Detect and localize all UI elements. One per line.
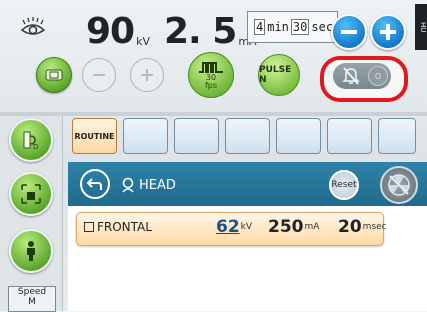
speed-label: Speed: [17, 287, 47, 297]
reset-button[interactable]: Reset: [329, 170, 359, 200]
bell-muted-icon: [342, 67, 360, 85]
protocol-name: FRONTAL: [97, 220, 152, 234]
protocol-kv-unit: kV: [240, 222, 253, 232]
tab-empty[interactable]: [174, 118, 219, 154]
patient-button[interactable]: [9, 229, 53, 273]
protocol-tabs: ROUTINE: [72, 118, 416, 154]
tab-empty[interactable]: [327, 118, 372, 154]
tab-empty[interactable]: [276, 118, 321, 154]
tab-empty[interactable]: [378, 118, 416, 154]
kv-unit: kV: [136, 35, 151, 48]
head-icon: [122, 177, 134, 193]
checkbox-icon[interactable]: [84, 222, 94, 232]
hu-indicator: HU: [415, 4, 427, 50]
eye-icon: [20, 14, 46, 40]
ma-readout: 2. 5 mA: [164, 14, 257, 50]
protocol-kv[interactable]: 62 kV: [216, 217, 252, 237]
person-icon: [27, 241, 35, 261]
pulse-mode-button[interactable]: PULSE N: [258, 54, 300, 96]
decrease-disabled-button[interactable]: [82, 58, 116, 92]
toggle-knob[interactable]: O: [368, 66, 388, 86]
back-button[interactable]: [80, 169, 110, 199]
fps-unit: fps: [204, 81, 218, 90]
fluoro-timer: 4 min 30 sec: [247, 11, 339, 43]
decrease-button[interactable]: [331, 14, 367, 50]
protocol-ma-unit: mA: [304, 222, 320, 232]
timer-min-label: min: [267, 20, 289, 34]
section-divider: [0, 112, 427, 116]
protocol-ms-value: 20: [338, 217, 362, 237]
xray-off-button[interactable]: [380, 166, 418, 204]
protocol-ms-unit: msec: [362, 222, 387, 232]
protocol-kv-value: 62: [216, 217, 240, 237]
tab-routine[interactable]: ROUTINE: [72, 118, 117, 154]
ma-value: 2. 5: [164, 11, 237, 52]
timer-min-value: 4: [254, 19, 266, 35]
increase-disabled-button[interactable]: [130, 58, 164, 92]
speed-value: M: [28, 297, 36, 307]
collimator-button[interactable]: [9, 172, 53, 216]
minus-icon: [341, 30, 357, 34]
camera-button[interactable]: [36, 57, 72, 93]
tab-empty[interactable]: [123, 118, 168, 154]
minus-icon: [93, 74, 105, 76]
protocol-ma[interactable]: 250 mA: [268, 217, 319, 237]
increase-button[interactable]: [370, 14, 406, 50]
protocol-label: FRONTAL: [84, 220, 152, 234]
kv-readout: 90 kV: [86, 14, 150, 50]
pulse-rate-button[interactable]: 30 fps: [188, 52, 234, 98]
timer-sec-label: sec: [311, 20, 334, 34]
return-arrow-icon: [86, 178, 102, 190]
protocol-time[interactable]: 20 msec: [338, 217, 387, 237]
radiation-off-icon: [388, 174, 410, 196]
plus-icon: [380, 24, 396, 40]
region-title: HEAD: [120, 177, 176, 193]
speed-selector[interactable]: Speed M: [8, 286, 56, 312]
kv-value: 90: [86, 11, 135, 52]
tab-empty[interactable]: [225, 118, 270, 154]
timer-sec-value: 30: [290, 19, 310, 35]
toggle-knob-label: O: [374, 71, 382, 81]
pulse-wave-icon: [199, 62, 223, 73]
detector-icon: D: [23, 131, 38, 151]
plus-icon: [141, 69, 153, 81]
svg-text:D: D: [33, 143, 38, 151]
camera-icon: [45, 69, 63, 81]
detector-button[interactable]: D: [9, 118, 53, 162]
protocol-ma-value: 250: [268, 217, 304, 237]
collimator-icon: [21, 184, 41, 204]
region-name: HEAD: [139, 177, 176, 193]
